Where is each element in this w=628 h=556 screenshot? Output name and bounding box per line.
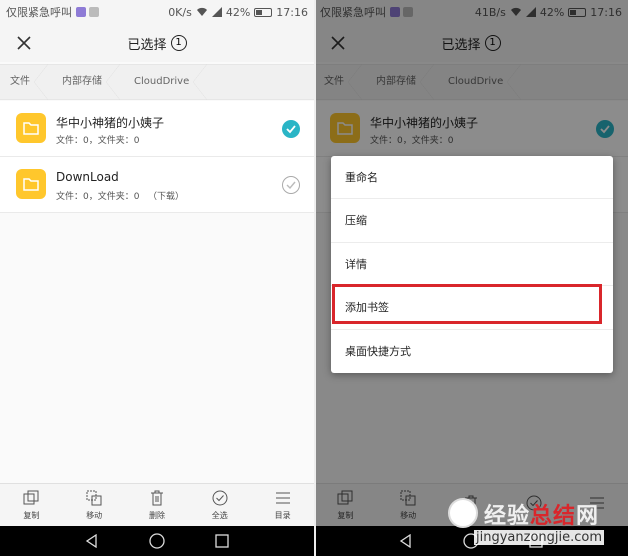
menu-item-rename[interactable]: 重命名 bbox=[331, 156, 613, 200]
selected-count-badge: 1 bbox=[170, 35, 187, 51]
folder-meta: 文件：0，文件夹：0 bbox=[56, 136, 140, 146]
folder-name: 华中小神猪的小姨子 bbox=[56, 116, 165, 130]
app-notification-icon bbox=[76, 7, 86, 17]
menu-item-desktop-shortcut[interactable]: 桌面快捷方式 bbox=[331, 330, 613, 373]
watermark-icon bbox=[448, 498, 478, 528]
menu-item-details[interactable]: 详情 bbox=[331, 243, 613, 287]
page-title: 已选择 bbox=[127, 37, 167, 53]
panel-divider bbox=[314, 0, 316, 556]
storage-notification-icon bbox=[89, 7, 99, 17]
watermark-logo: 经验总结网 jingyanzongjie.com bbox=[440, 492, 628, 556]
battery-icon bbox=[254, 7, 273, 17]
watermark-brand: 经验总结网 bbox=[484, 504, 600, 529]
delete-button[interactable]: 删除 bbox=[126, 484, 189, 526]
move-label: 移动 bbox=[86, 510, 103, 520]
screenshot-comparison: 仅限紧急呼叫 0K/s 42% 17:16 已选择 1 文件 内部存储 Clou… bbox=[0, 0, 628, 556]
battery-percent: 42% bbox=[225, 5, 251, 19]
folder-name: DownLoad bbox=[56, 170, 119, 184]
folder-icon bbox=[16, 113, 46, 143]
folder-meta: 文件：0，文件夹：0 （下载） bbox=[56, 192, 185, 202]
system-nav-bar bbox=[0, 526, 314, 556]
back-icon[interactable] bbox=[399, 534, 413, 548]
signal-icon bbox=[211, 7, 222, 17]
menu-item-compress[interactable]: 压缩 bbox=[331, 199, 613, 243]
file-list: 华中小神猪的小姨子 文件：0，文件夹：0 DownLoad 文件：0，文件夹：0… bbox=[0, 101, 314, 213]
breadcrumb-item-files[interactable]: 文件 bbox=[0, 64, 52, 100]
breadcrumb-item-internal-storage[interactable]: 内部存储 bbox=[52, 64, 124, 100]
directory-button[interactable]: 目录 bbox=[251, 484, 314, 526]
watermark-url: jingyanzongjie.com bbox=[474, 530, 605, 545]
copy-icon bbox=[23, 490, 39, 504]
clock: 17:16 bbox=[276, 5, 308, 19]
directory-label: 目录 bbox=[274, 510, 291, 520]
home-icon[interactable] bbox=[149, 533, 165, 549]
breadcrumb: 文件 内部存储 CloudDrive bbox=[0, 64, 314, 100]
status-bar: 仅限紧急呼叫 0K/s 42% 17:16 bbox=[0, 0, 314, 24]
recents-icon[interactable] bbox=[215, 534, 229, 548]
select-all-button[interactable]: 全选 bbox=[188, 484, 251, 526]
move-button[interactable]: 移动 bbox=[63, 484, 126, 526]
copy-button[interactable]: 复制 bbox=[0, 484, 63, 526]
back-icon[interactable] bbox=[85, 534, 99, 548]
network-speed: 0K/s bbox=[168, 5, 192, 19]
select-all-label: 全选 bbox=[211, 510, 228, 520]
context-menu: 重命名 压缩 详情 添加书签 桌面快捷方式 bbox=[331, 156, 613, 373]
list-item[interactable]: DownLoad 文件：0，文件夹：0 （下载） bbox=[0, 157, 314, 213]
trash-icon bbox=[150, 490, 163, 505]
checkbox-unchecked[interactable] bbox=[282, 176, 300, 194]
title-bar: 已选择 1 bbox=[0, 24, 314, 62]
select-all-icon bbox=[212, 490, 228, 505]
carrier-text: 仅限紧急呼叫 bbox=[6, 6, 72, 19]
breadcrumb-item-clouddrive[interactable]: CloudDrive bbox=[124, 64, 211, 100]
move-icon bbox=[86, 490, 102, 505]
copy-label: 复制 bbox=[23, 510, 40, 520]
close-icon[interactable] bbox=[14, 33, 34, 53]
phone-right: 仅限紧急呼叫 41B/s 42% 17:16 已选择 1 文件 内部存储 Clo… bbox=[314, 0, 628, 556]
bottom-toolbar: 复制 移动 删除 全选 目录 bbox=[0, 483, 314, 526]
menu-icon bbox=[275, 492, 290, 503]
delete-label: 删除 bbox=[148, 510, 165, 520]
wifi-icon bbox=[196, 7, 207, 17]
list-item[interactable]: 华中小神猪的小姨子 文件：0，文件夹：0 bbox=[0, 101, 314, 157]
highlight-box bbox=[332, 284, 602, 324]
folder-icon bbox=[16, 169, 46, 199]
phone-left: 仅限紧急呼叫 0K/s 42% 17:16 已选择 1 文件 内部存储 Clou… bbox=[0, 0, 314, 556]
checkbox-checked[interactable] bbox=[282, 120, 300, 138]
